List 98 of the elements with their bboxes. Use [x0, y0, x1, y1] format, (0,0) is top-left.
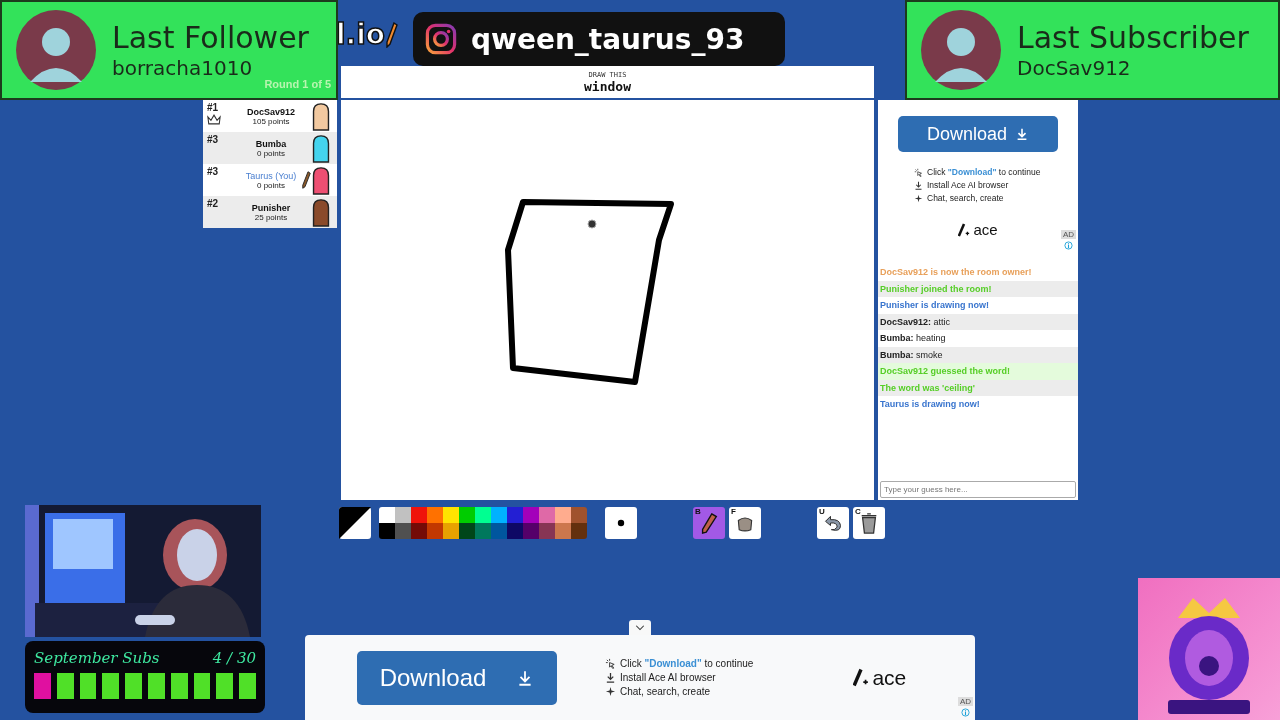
color-swatch[interactable] [555, 523, 571, 539]
ace-logo-text: ace [973, 221, 998, 238]
sparkle-icon [605, 686, 616, 697]
pencil-icon [699, 512, 719, 534]
color-swatch[interactable] [459, 507, 475, 523]
color-swatch[interactable] [491, 523, 507, 539]
color-swatch[interactable] [443, 507, 459, 523]
color-swatch[interactable] [571, 523, 587, 539]
color-swatch[interactable] [571, 507, 587, 523]
color-swatch[interactable] [395, 523, 411, 539]
ad-feature-text: Install Ace AI browser [620, 672, 716, 683]
download-link[interactable]: "Download" [947, 167, 997, 177]
chat-message: Taurus is drawing now! [880, 399, 980, 410]
color-swatch[interactable] [523, 507, 539, 523]
player-points: 25 points [254, 212, 288, 222]
cursor-click-icon [914, 167, 923, 177]
player-rank: #1 [207, 102, 219, 113]
brush-size-icon [617, 519, 625, 527]
chat-message: DocSav912 guessed the word! [880, 366, 1011, 377]
player-rank: #3 [207, 134, 219, 145]
player-points: 0 points [257, 180, 285, 190]
drawing-canvas[interactable] [341, 100, 874, 500]
color-swatch[interactable] [411, 523, 427, 539]
color-swatch[interactable] [475, 523, 491, 539]
sub-goal-title: September Subs [34, 649, 160, 667]
ad-badge: AD [957, 697, 973, 706]
game-logo: l.io [336, 18, 386, 51]
chat-message: Punisher is drawing now! [880, 300, 989, 311]
color-swatch[interactable] [523, 523, 539, 539]
chat-message: DocSav912 is now the room owner! [880, 267, 1032, 278]
download-button[interactable]: Download [898, 116, 1058, 152]
current-color-icon[interactable] [339, 507, 371, 539]
download-link[interactable]: "Download" [644, 658, 702, 669]
color-swatch[interactable] [555, 507, 571, 523]
download-button[interactable]: Download [357, 650, 557, 705]
color-swatch[interactable] [395, 507, 411, 523]
ad-feature-text: Click "Download" to continue [927, 167, 1041, 177]
brush-size-button[interactable] [605, 507, 637, 539]
action-button[interactable]: U [817, 507, 849, 539]
player-name: Taurus (You) [245, 170, 297, 181]
chevron-down-icon [635, 624, 645, 631]
player-points: 0 points [257, 148, 285, 158]
player-name: Punisher [251, 202, 291, 213]
color-swatch[interactable] [427, 507, 443, 523]
color-swatch[interactable] [379, 507, 395, 523]
chat-message: Punisher joined the room! [880, 283, 992, 294]
player-rank: #2 [207, 198, 219, 209]
color-swatch[interactable] [507, 507, 523, 523]
color-swatch[interactable] [379, 523, 395, 539]
color-swatch[interactable] [539, 523, 555, 539]
collapse-tab[interactable] [629, 620, 651, 635]
tool-button[interactable]: F [729, 507, 761, 539]
color-swatch[interactable] [427, 523, 443, 539]
word-label: window [584, 78, 631, 94]
download-icon [605, 672, 616, 683]
ad-feature-text: Chat, search, create [927, 193, 1004, 203]
avatar-icon [921, 10, 1001, 90]
ace-logo-icon [853, 668, 870, 687]
ad-feature-text: Chat, search, create [620, 686, 711, 697]
player-name: Bumba [255, 138, 287, 149]
round-label: Round 1 of 5 [264, 78, 331, 90]
color-swatch[interactable] [491, 507, 507, 523]
sparkle-icon [914, 193, 923, 203]
sub-goal-count: 4 / 30 [212, 649, 256, 667]
ace-logo-text: ace [872, 665, 907, 690]
download-icon [914, 180, 923, 190]
color-swatch[interactable] [443, 523, 459, 539]
player-name: DocSav912 [246, 106, 295, 117]
instagram-icon [425, 23, 457, 55]
color-swatch[interactable] [539, 507, 555, 523]
info-icon[interactable] [960, 708, 970, 717]
tool-button[interactable]: B [693, 507, 725, 539]
alert-title: Last Follower [112, 20, 309, 56]
chat-message: DocSav912: attic [880, 316, 951, 327]
ad-feature-text: Click "Download" to continue [620, 658, 754, 669]
avatar-icon [16, 10, 96, 90]
ad-badge: AD [1060, 230, 1076, 239]
guess-input[interactable]: Type your guess here... [880, 481, 1076, 498]
color-swatch[interactable] [411, 507, 427, 523]
player-points: 105 points [252, 116, 290, 126]
chat-message: The word was 'ceiling' [880, 382, 975, 393]
ad-feature-text: Install Ace AI browser [927, 180, 1009, 190]
trash-icon [859, 512, 879, 534]
cursor-click-icon [605, 658, 616, 669]
chat-message: Bumba: smoke [880, 349, 943, 360]
ace-logo-icon [958, 222, 971, 237]
instagram-handle: qween_taurus_93 [471, 22, 745, 56]
color-swatch[interactable] [507, 523, 523, 539]
pencil-icon [386, 21, 399, 48]
info-icon[interactable] [1063, 241, 1073, 250]
alert-username: DocSav912 [1017, 56, 1132, 80]
chat-message: Bumba: heating [880, 333, 946, 344]
color-swatch[interactable] [459, 523, 475, 539]
color-swatch[interactable] [475, 507, 491, 523]
alert-title: Last Subscriber [1017, 20, 1249, 56]
player-rank: #3 [207, 166, 219, 177]
alert-username: borracha1010 [112, 56, 254, 80]
action-button[interactable]: C [853, 507, 885, 539]
